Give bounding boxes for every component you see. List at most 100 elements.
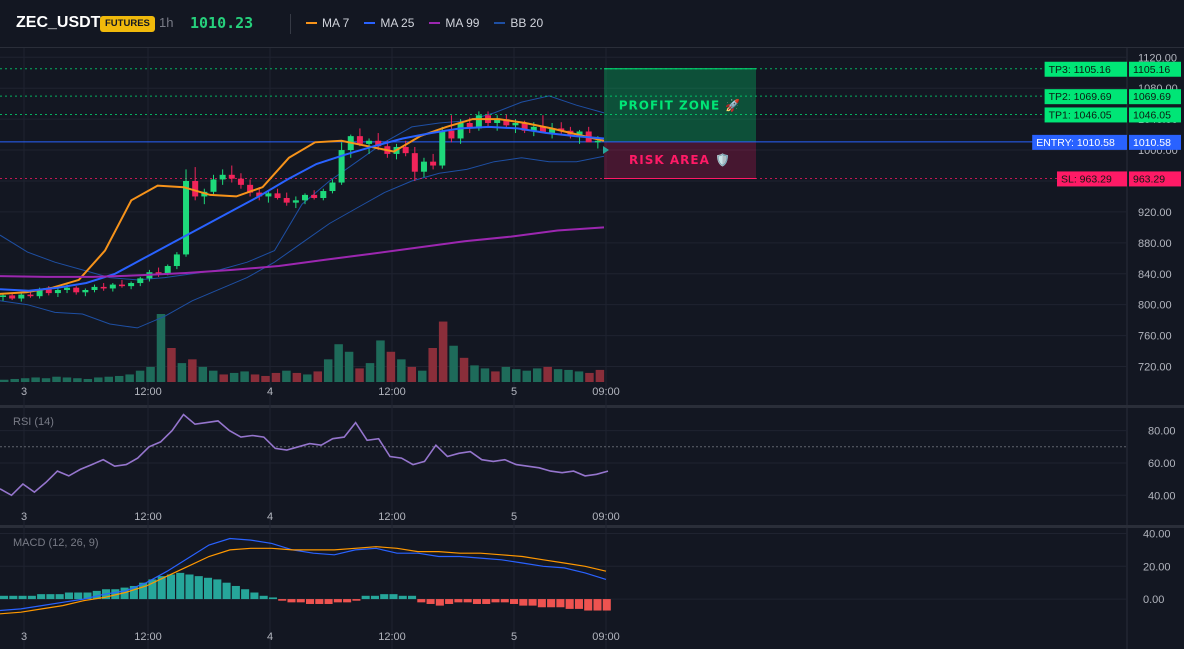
- price-axis-tick-label: 840.00: [1138, 269, 1172, 281]
- candle-up: [512, 122, 519, 126]
- macd-histogram-bar: [500, 599, 509, 603]
- volume-bar: [532, 368, 542, 382]
- price-level-axis-tag: 963.29: [1133, 173, 1165, 185]
- macd-histogram-bar: [445, 599, 454, 604]
- macd-histogram-bar: [574, 599, 583, 609]
- candle-up: [457, 122, 464, 139]
- volume-bar: [188, 359, 197, 382]
- chart-canvas[interactable]: 1120.001080.001040.001000.00960.00920.00…: [0, 0, 1184, 649]
- candle-up: [302, 194, 308, 201]
- time-axis-tick-label: 12:00: [378, 386, 406, 398]
- macd-histogram-bar: [194, 576, 203, 600]
- volume-bar: [522, 370, 531, 382]
- time-axis-tick-label: 3: [21, 386, 27, 398]
- candle-up: [91, 286, 98, 290]
- candle-up: [82, 289, 89, 293]
- macd-histogram-bar: [472, 599, 481, 604]
- macd-histogram-bar: [426, 599, 435, 604]
- rsi-line: [0, 413, 609, 497]
- volume-bar: [156, 314, 166, 382]
- price-level-axis-tag: 1010.58: [1133, 137, 1171, 149]
- volume-bar: [501, 366, 511, 382]
- macd-histogram-bar: [380, 594, 389, 600]
- candle-up: [183, 180, 190, 255]
- candle-up: [292, 200, 299, 203]
- candle-down: [228, 174, 235, 179]
- volume-bar: [418, 370, 427, 382]
- price-level-axis-tag: 1046.05: [1133, 109, 1171, 121]
- volume-bar: [543, 366, 552, 382]
- ma7-line: [0, 118, 605, 295]
- candle-up: [594, 140, 601, 143]
- price-level-tag-label: TP1: 1046.05: [1049, 109, 1112, 121]
- macd-histogram-bar: [519, 599, 528, 606]
- candle-down: [274, 193, 281, 198]
- ma99-line: [0, 226, 605, 278]
- macd-histogram-bar: [250, 592, 259, 600]
- macd-histogram-bar: [64, 592, 73, 600]
- volume-bar: [250, 374, 260, 382]
- candle-up: [137, 278, 144, 284]
- volume-bar: [20, 378, 30, 382]
- volume-bar: [344, 351, 354, 382]
- macd-histogram-bar: [463, 599, 472, 603]
- macd-histogram-bar: [37, 594, 46, 600]
- macd-histogram-bar: [510, 599, 519, 604]
- candle-down: [9, 295, 16, 299]
- volume-bar: [83, 378, 93, 382]
- time-axis-tick-label: 12:00: [378, 511, 406, 523]
- macd-axis-tick-label: 0.00: [1143, 594, 1164, 606]
- volume-bar: [397, 359, 406, 382]
- volume-bar: [459, 357, 469, 382]
- candle-up: [439, 130, 446, 166]
- volume-bar: [271, 372, 281, 382]
- macd-histogram-bar: [333, 599, 342, 603]
- macd-histogram-bar: [361, 595, 370, 600]
- candle-up: [128, 283, 135, 287]
- volume-bar: [229, 372, 239, 382]
- macd-histogram-bar: [547, 599, 556, 608]
- volume-bar: [41, 378, 51, 382]
- rsi-title: RSI (14): [13, 416, 54, 428]
- macd-axis-tick-label: 40.00: [1143, 529, 1171, 541]
- volume-bar: [574, 371, 584, 382]
- candle-down: [100, 286, 107, 289]
- macd-histogram-bar: [370, 595, 379, 600]
- candle-down: [448, 130, 455, 139]
- volume-bar: [595, 369, 605, 382]
- time-axis-tick-label: 12:00: [378, 631, 406, 643]
- macd-histogram-bar: [482, 599, 491, 604]
- time-axis-tick-label: 3: [21, 511, 27, 523]
- volume-bar: [313, 371, 322, 382]
- candle-down: [192, 180, 199, 197]
- candle-up: [329, 182, 336, 192]
- candle-up: [219, 174, 226, 180]
- candle-down: [27, 294, 34, 297]
- macd-histogram-bar: [278, 599, 287, 601]
- risk-zone: RISK AREA 🛡️: [604, 141, 756, 179]
- time-axis-tick-label: 12:00: [134, 631, 162, 643]
- rsi-axis-tick-label: 40.00: [1148, 490, 1176, 502]
- profit-zone: PROFIT ZONE 🚀: [604, 68, 756, 142]
- macd-histogram-bar: [565, 599, 574, 609]
- macd-histogram-bar: [315, 599, 324, 604]
- volume-bar: [73, 378, 82, 382]
- macd-histogram-bar: [324, 599, 333, 604]
- volume-bar: [52, 376, 61, 382]
- volume-bar: [282, 370, 291, 382]
- macd-histogram-bar: [306, 599, 315, 604]
- candle-up: [109, 284, 116, 289]
- price-level-tag-label: TP3: 1105.16: [1049, 64, 1111, 76]
- volume-bar: [125, 374, 134, 382]
- macd-histogram-bar: [268, 597, 277, 600]
- macd-histogram-bar: [584, 599, 593, 611]
- macd-histogram-bar: [222, 582, 231, 600]
- time-axis-tick-label: 09:00: [592, 386, 620, 398]
- volume-bar: [428, 348, 437, 382]
- time-axis-tick-label: 4: [267, 631, 273, 643]
- macd-histogram-bar: [55, 594, 64, 600]
- macd-histogram-bar: [241, 589, 250, 600]
- candle-down: [411, 153, 418, 172]
- macd-histogram-bar: [408, 595, 417, 600]
- volume-bar: [491, 371, 500, 382]
